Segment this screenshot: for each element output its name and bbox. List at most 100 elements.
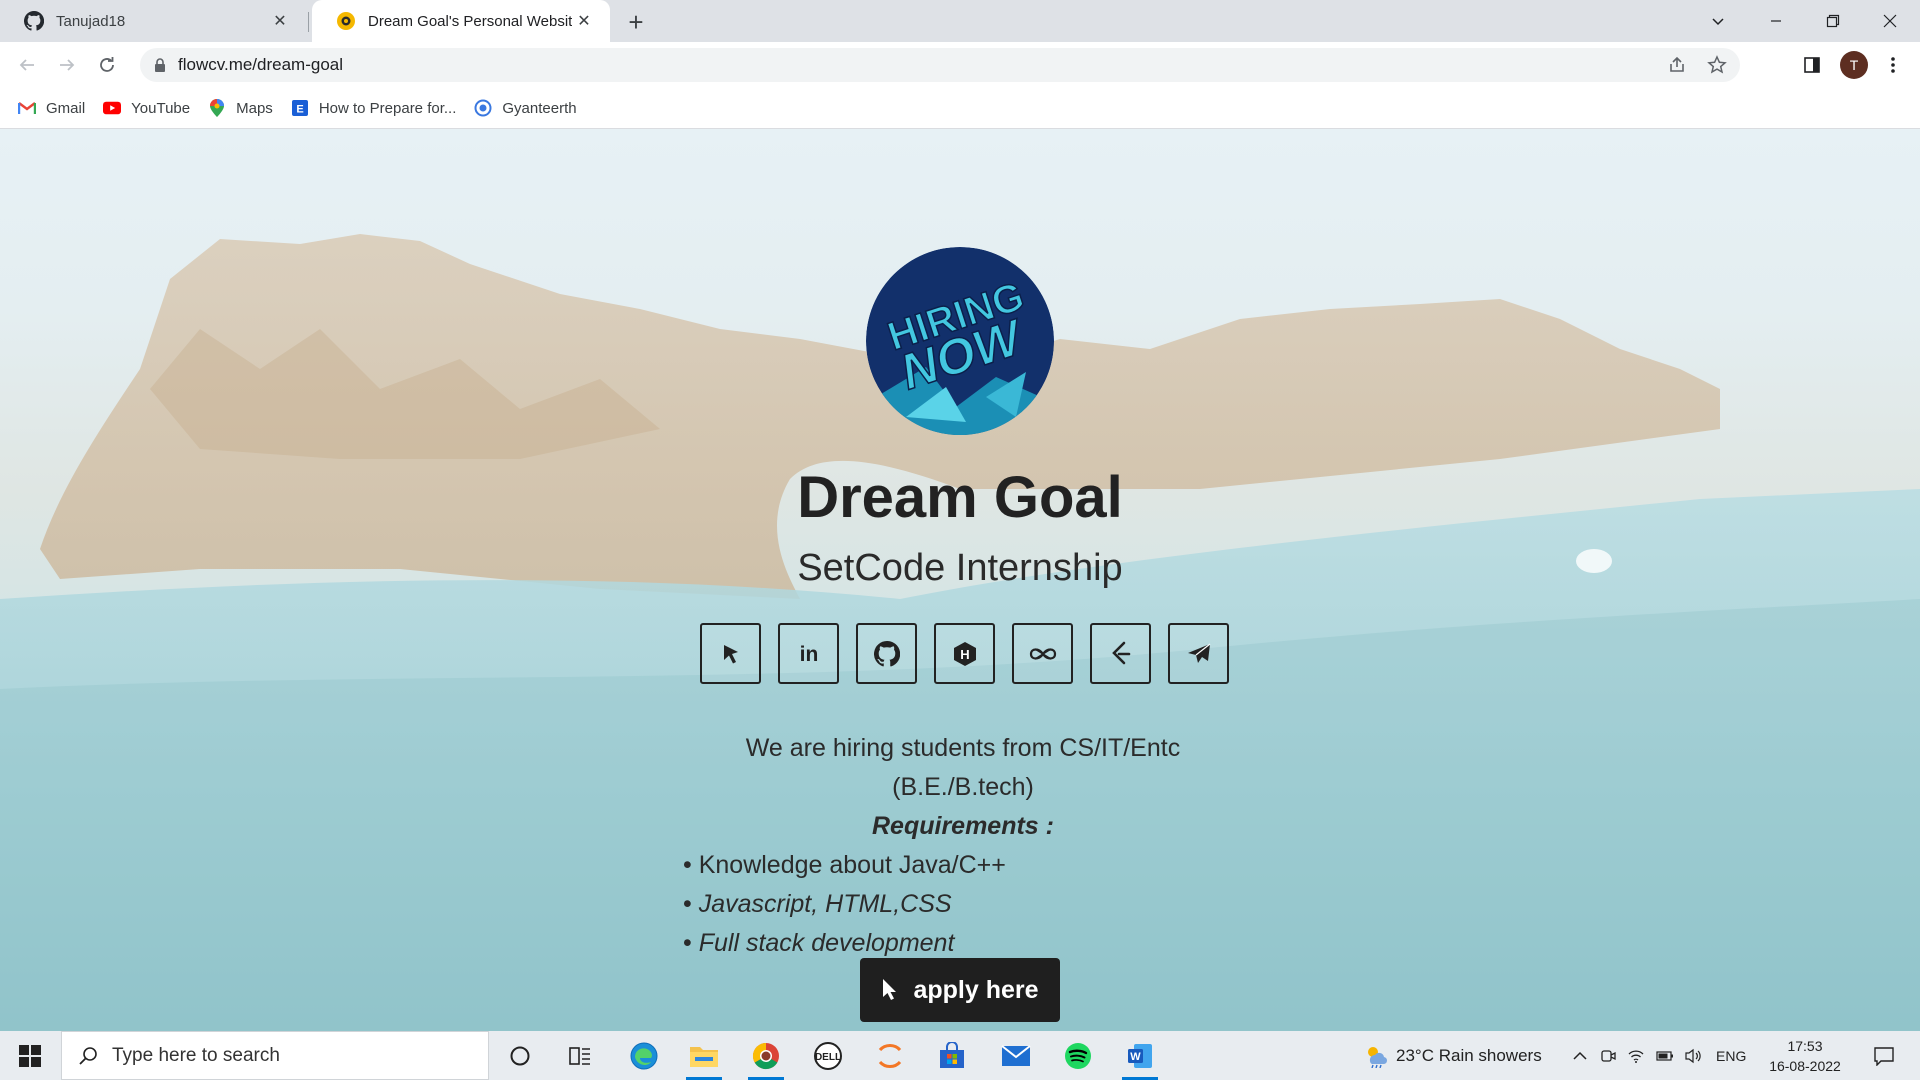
- taskbar-search[interactable]: Type here to search: [61, 1031, 489, 1080]
- restore-button[interactable]: [1805, 0, 1861, 42]
- windows-taskbar: Type here to search DELL W 23°C Rain sho…: [0, 1031, 1920, 1080]
- social-link-codechef[interactable]: [1012, 623, 1073, 684]
- svg-text:H: H: [960, 647, 969, 662]
- windows-logo-icon: [19, 1044, 41, 1067]
- weather-text: 23°C Rain showers: [1396, 1045, 1542, 1065]
- language-indicator[interactable]: ENG: [1716, 1048, 1746, 1064]
- volume-icon[interactable]: [1684, 1048, 1702, 1064]
- side-panel-icon: [1804, 57, 1820, 73]
- taskbar-edge[interactable]: [616, 1031, 672, 1080]
- svg-text:DELL: DELL: [815, 1052, 841, 1063]
- social-link-github[interactable]: [856, 623, 917, 684]
- word-icon: W: [1128, 1043, 1152, 1068]
- profile-avatar[interactable]: T: [1840, 51, 1868, 79]
- bookmark-how-to-prepare[interactable]: E How to Prepare for...: [291, 99, 457, 117]
- github-icon: [24, 11, 44, 31]
- taskbar-file-explorer[interactable]: [676, 1031, 732, 1080]
- reload-button[interactable]: [92, 50, 122, 80]
- notification-center-button[interactable]: [1856, 1031, 1912, 1080]
- search-icon: [78, 1046, 98, 1066]
- new-tab-button[interactable]: +: [622, 7, 650, 37]
- taskbar-jupyter[interactable]: [862, 1031, 918, 1080]
- spotify-icon: [1065, 1042, 1091, 1069]
- gyanteerth-icon: [474, 99, 492, 117]
- arrow-right-icon: [60, 59, 75, 71]
- taskbar-dell[interactable]: DELL: [800, 1031, 856, 1080]
- taskbar-spotify[interactable]: [1050, 1031, 1106, 1080]
- battery-icon[interactable]: [1656, 1050, 1674, 1062]
- close-tab-icon[interactable]: ✕: [572, 9, 596, 33]
- search-placeholder: Type here to search: [112, 1044, 280, 1066]
- weather-rain-icon: [1364, 1044, 1388, 1068]
- task-view-button[interactable]: [552, 1031, 608, 1080]
- clock-time: 17:53: [1787, 1038, 1823, 1054]
- social-links: in H: [700, 623, 1229, 684]
- bookmark-star-icon[interactable]: [1704, 52, 1730, 78]
- more-vert-icon: [1891, 57, 1895, 73]
- close-tab-icon[interactable]: ✕: [268, 9, 292, 33]
- lock-icon: [154, 58, 166, 72]
- social-link-linkedin[interactable]: in: [778, 623, 839, 684]
- chevron-up-icon[interactable]: [1572, 1048, 1588, 1064]
- weather-widget[interactable]: 23°C Rain showers: [1364, 1031, 1542, 1080]
- bookmark-gmail[interactable]: Gmail: [18, 99, 85, 117]
- clock-date: 16-08-2022: [1769, 1058, 1841, 1074]
- task-view-icon: [569, 1046, 590, 1065]
- mail-icon: [1001, 1044, 1031, 1066]
- bookmark-youtube[interactable]: YouTube: [103, 99, 190, 117]
- meet-now-icon[interactable]: [1600, 1048, 1616, 1064]
- tab-github[interactable]: Tanujad18 ✕: [0, 0, 306, 42]
- apply-button[interactable]: apply here: [860, 958, 1060, 1022]
- svg-text:in: in: [799, 643, 818, 666]
- bookmark-label: YouTube: [131, 99, 191, 117]
- arrow-left-icon: [19, 59, 34, 71]
- svg-text:E: E: [296, 104, 303, 116]
- taskbar-chrome[interactable]: [738, 1031, 794, 1080]
- start-button[interactable]: [0, 1031, 60, 1080]
- back-button[interactable]: [12, 50, 42, 80]
- social-link-leetcode[interactable]: [1090, 623, 1151, 684]
- wifi-icon[interactable]: [1628, 1048, 1644, 1064]
- pointer-icon: [881, 978, 899, 1002]
- leetcode-icon: [1111, 641, 1130, 664]
- restore-icon: [1826, 14, 1840, 28]
- bullet: •: [683, 890, 692, 918]
- taskbar-clock[interactable]: 17:53 16-08-2022: [1760, 1036, 1850, 1076]
- tab-search-button[interactable]: [1690, 0, 1746, 42]
- requirement-item: • Javascript, HTML,CSS: [683, 890, 952, 918]
- url-text: flowcv.me/dream-goal: [178, 55, 344, 74]
- taskbar-store[interactable]: [924, 1031, 980, 1080]
- pointer-icon: [723, 644, 738, 663]
- side-panel-button[interactable]: [1797, 50, 1827, 80]
- bookmark-label: How to Prepare for...: [318, 99, 457, 117]
- tab-dream-goal[interactable]: Dream Goal's Personal Website ✕: [312, 0, 610, 42]
- github-icon: [873, 640, 900, 666]
- bookmark-maps[interactable]: Maps: [208, 99, 273, 117]
- requirement-item: • Knowledge about Java/C++: [683, 851, 1006, 879]
- folder-icon: [690, 1046, 718, 1067]
- share-icon[interactable]: [1664, 52, 1690, 78]
- profile-subtitle: SetCode Internship: [797, 547, 1123, 589]
- address-bar[interactable]: flowcv.me/dream-goal: [140, 48, 1740, 82]
- hiring-intro: We are hiring students from CS/IT/Entc (…: [745, 734, 1181, 801]
- social-link-pointer[interactable]: [700, 623, 761, 684]
- social-link-hashnode[interactable]: H: [934, 623, 995, 684]
- cortana-button[interactable]: [492, 1031, 548, 1080]
- bookmark-e-icon: E: [291, 99, 309, 117]
- minimize-button[interactable]: [1748, 0, 1804, 42]
- bookmark-gyanteerth[interactable]: Gyanteerth: [474, 99, 577, 117]
- taskbar-word[interactable]: W: [1112, 1031, 1168, 1080]
- bullet: •: [683, 929, 692, 957]
- taskbar-mail[interactable]: [988, 1031, 1044, 1080]
- chrome-icon: [752, 1042, 779, 1069]
- social-link-telegram[interactable]: [1168, 623, 1229, 684]
- forward-button[interactable]: [52, 50, 82, 80]
- bookmark-label: Gyanteerth: [502, 99, 577, 117]
- apply-button-label: apply here: [913, 975, 1039, 1004]
- tab-title: Tanujad18: [56, 12, 126, 30]
- close-window-button[interactable]: [1862, 0, 1918, 42]
- menu-button[interactable]: [1878, 50, 1908, 80]
- tab-title: Dream Goal's Personal Website: [368, 12, 572, 30]
- linkedin-icon: in: [799, 643, 818, 666]
- profile-image: HIRING NOW: [866, 247, 1054, 435]
